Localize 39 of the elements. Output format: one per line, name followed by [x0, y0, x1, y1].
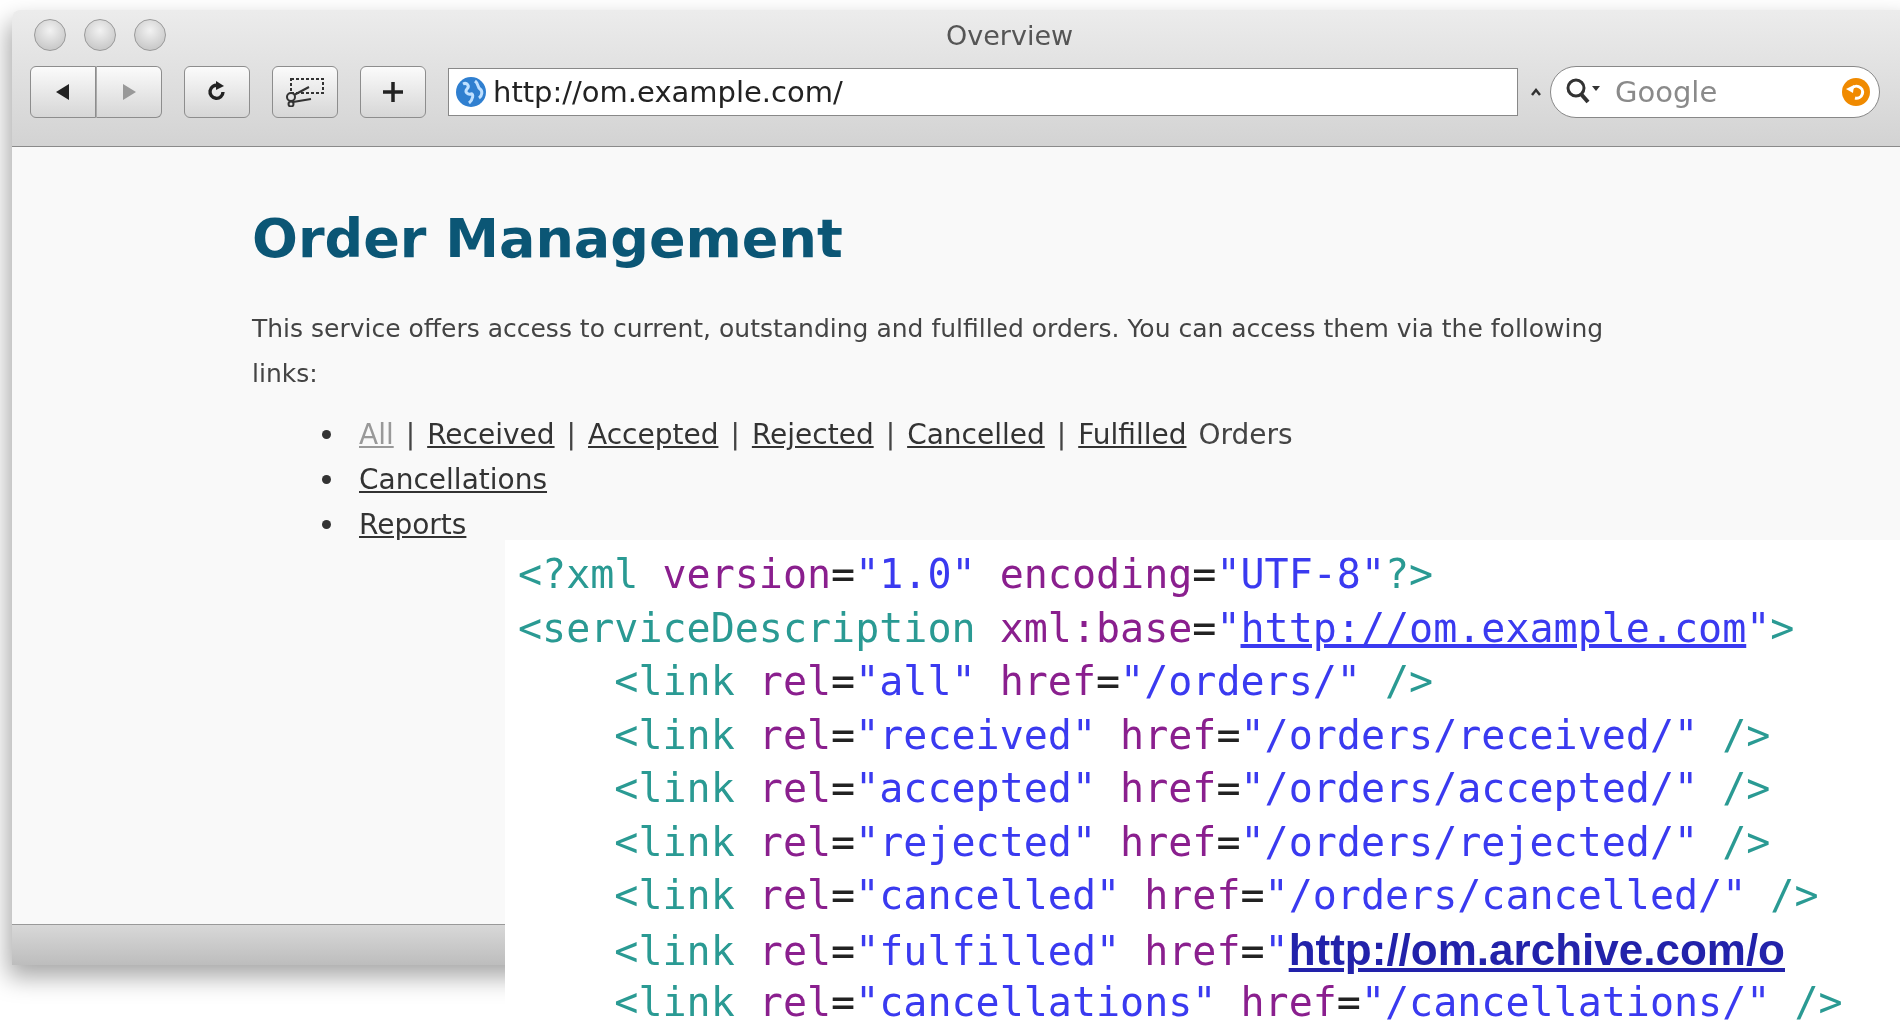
scissors-icon	[283, 77, 327, 107]
address-field[interactable]: http://om.example.com/	[448, 68, 1518, 116]
code-line: <link rel="cancelled" href="/orders/cancelled/" />	[613, 871, 1820, 920]
page-link[interactable]: Cancelled	[907, 418, 1045, 451]
page-link[interactable]: Fulfilled	[1078, 418, 1187, 451]
url-link[interactable]: http://om.archive.com/o	[1288, 924, 1785, 974]
link-separator-text: |	[1056, 418, 1067, 451]
code-line: <link rel="accepted" href="/orders/accepted/" />	[613, 764, 1772, 813]
code-line: <link rel="fulfilled" href="http://om.archive.com/o	[613, 923, 1786, 976]
link-separator-text: |	[885, 418, 896, 451]
link-separator-text: |	[566, 418, 576, 451]
page-link[interactable]: Reports	[359, 508, 467, 541]
code-line: <link rel="rejected" href="/orders/rejected/" />	[613, 817, 1772, 867]
caret-icon[interactable]	[1530, 87, 1542, 97]
code-line: <link rel="all" href="/orders/" />	[613, 657, 1435, 706]
reload-button[interactable]	[184, 66, 250, 118]
intro-paragraph: This service offers access to current, outstanding and fulfilled orders. You can access them via the following links:	[252, 313, 1605, 390]
link-separator-text: Orders	[1198, 418, 1293, 451]
code-line: <?xml version="1.0" encoding="UTF-8"?>	[518, 550, 1435, 599]
link-separator-text: |	[405, 418, 416, 451]
code-line: <serviceDescription xml:base="http://om.example.com">	[518, 603, 1796, 653]
page-link[interactable]: Accepted	[588, 418, 719, 451]
back-button[interactable]	[30, 66, 96, 118]
page-link[interactable]: Received	[427, 418, 555, 451]
plus-icon	[381, 80, 405, 104]
globe-icon	[455, 76, 487, 108]
page-heading: Order Management	[252, 207, 844, 270]
web-clip-button[interactable]	[272, 66, 338, 118]
bullet-icon	[322, 430, 331, 439]
page-link[interactable]: Cancellations	[359, 463, 547, 496]
link-separator-text: |	[730, 418, 740, 451]
bullet-icon	[322, 520, 331, 529]
page-link[interactable]: Rejected	[751, 418, 874, 451]
url-link[interactable]: http://om.example.com	[1240, 604, 1747, 651]
code-line: <link rel="cancellations" href="/cancellations/" />	[613, 978, 1844, 1027]
code-line: <link rel="received" href="/orders/received/" />	[613, 710, 1772, 760]
add-bookmark-button[interactable]	[360, 66, 426, 118]
bullet-icon	[322, 475, 331, 484]
window-title: Overview	[946, 19, 1074, 51]
